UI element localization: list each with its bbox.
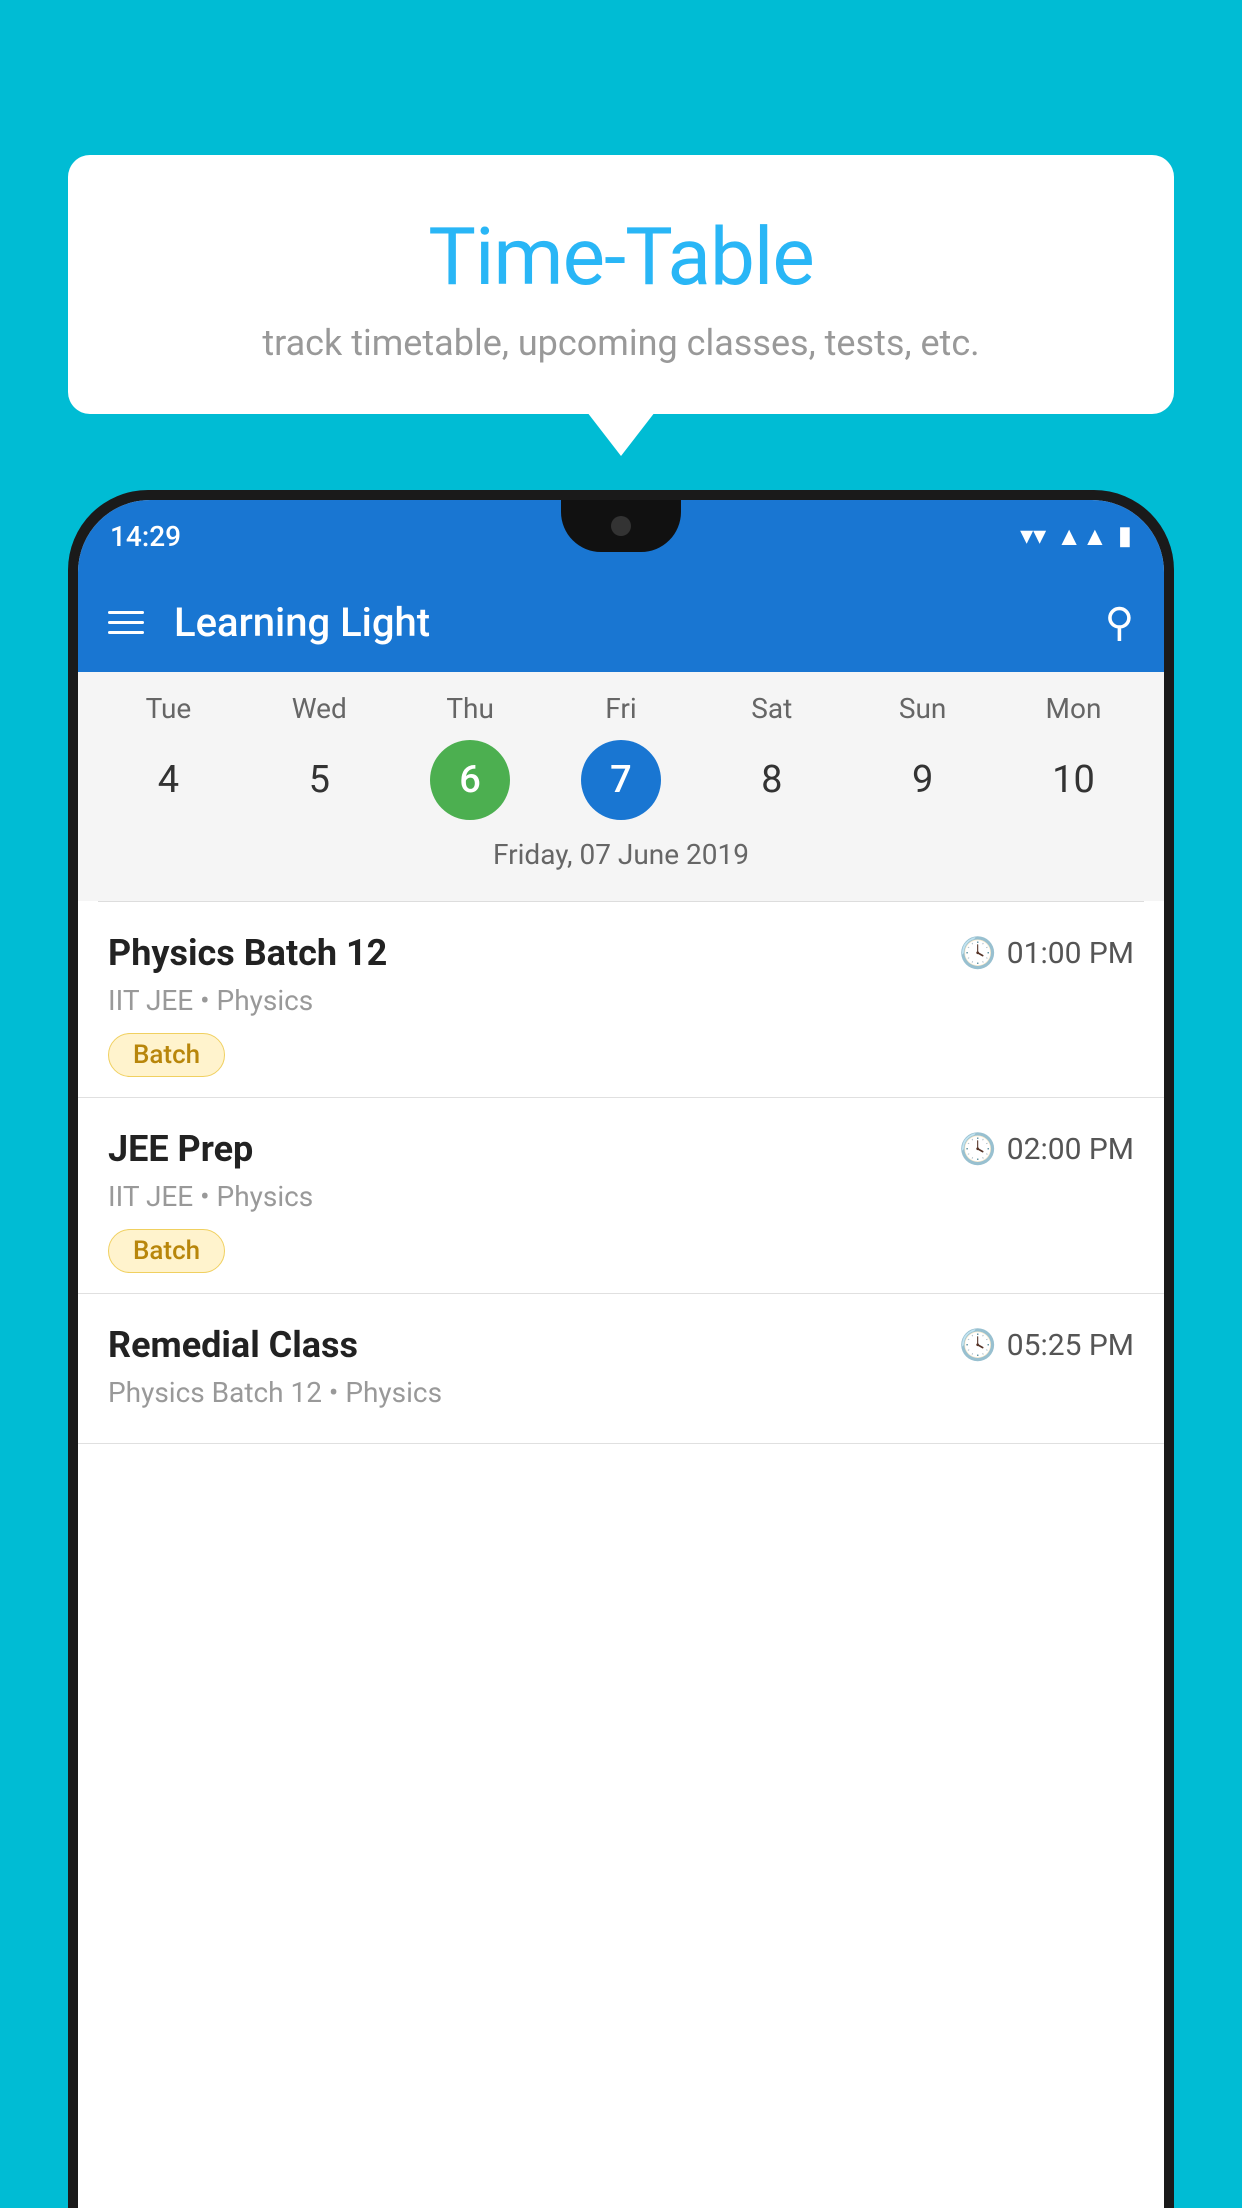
class-item-header-3: Remedial Class 🕓 05:25 PM xyxy=(108,1324,1134,1366)
signal-icon: ▲▲ xyxy=(1056,521,1107,552)
camera-dot xyxy=(611,516,631,536)
day-10[interactable]: 10 xyxy=(1033,740,1113,820)
class-time-1: 🕓 01:00 PM xyxy=(959,936,1134,971)
day-4[interactable]: 4 xyxy=(128,740,208,820)
class-item-header-2: JEE Prep 🕓 02:00 PM xyxy=(108,1128,1134,1170)
class-item-remedial[interactable]: Remedial Class 🕓 05:25 PM Physics Batch … xyxy=(78,1294,1164,1444)
day-numbers: 4 5 6 7 8 9 10 xyxy=(78,740,1164,820)
time-value-3: 05:25 PM xyxy=(1007,1328,1134,1363)
class-time-2: 🕓 02:00 PM xyxy=(959,1132,1134,1167)
status-icons: ▾▾ ▲▲ ▮ xyxy=(1020,521,1132,552)
batch-badge-2: Batch xyxy=(108,1229,225,1273)
phone-frame: 14:29 ▾▾ ▲▲ ▮ Learning Light ⚲ xyxy=(68,490,1174,2208)
battery-icon: ▮ xyxy=(1118,521,1132,551)
app-bar: Learning Light ⚲ xyxy=(78,572,1164,672)
day-header-tue: Tue xyxy=(128,692,208,725)
speech-bubble-card: Time-Table track timetable, upcoming cla… xyxy=(68,155,1174,414)
clock-icon-3: 🕓 xyxy=(959,1328,996,1363)
batch-badge-1: Batch xyxy=(108,1033,225,1077)
day-8[interactable]: 8 xyxy=(732,740,812,820)
class-item-header-1: Physics Batch 12 🕓 01:00 PM xyxy=(108,932,1134,974)
bubble-subtitle: track timetable, upcoming classes, tests… xyxy=(108,322,1134,364)
clock-icon-2: 🕓 xyxy=(959,1132,996,1167)
menu-icon[interactable] xyxy=(108,611,144,634)
phone-screen: 14:29 ▾▾ ▲▲ ▮ Learning Light ⚲ xyxy=(78,500,1164,2208)
wifi-icon: ▾▾ xyxy=(1020,521,1046,551)
class-item-physics-batch-12[interactable]: Physics Batch 12 🕓 01:00 PM IIT JEE • Ph… xyxy=(78,902,1164,1098)
day-6-today[interactable]: 6 xyxy=(430,740,510,820)
bubble-title: Time-Table xyxy=(108,210,1134,304)
day-5[interactable]: 5 xyxy=(279,740,359,820)
notch xyxy=(561,500,681,552)
time-value-2: 02:00 PM xyxy=(1007,1132,1134,1167)
class-item-jee-prep[interactable]: JEE Prep 🕓 02:00 PM IIT JEE • Physics Ba… xyxy=(78,1098,1164,1294)
class-meta-3: Physics Batch 12 • Physics xyxy=(108,1376,1134,1409)
day-header-sat: Sat xyxy=(732,692,812,725)
day-header-thu: Thu xyxy=(430,692,510,725)
time-value-1: 01:00 PM xyxy=(1007,936,1134,971)
day-header-mon: Mon xyxy=(1033,692,1113,725)
selected-date-label: Friday, 07 June 2019 xyxy=(78,820,1164,881)
class-meta-2: IIT JEE • Physics xyxy=(108,1180,1134,1213)
app-title: Learning Light xyxy=(174,599,1105,646)
class-meta-1: IIT JEE • Physics xyxy=(108,984,1134,1017)
day-9[interactable]: 9 xyxy=(883,740,963,820)
class-time-3: 🕓 05:25 PM xyxy=(959,1328,1134,1363)
clock-icon-1: 🕓 xyxy=(959,936,996,971)
search-icon[interactable]: ⚲ xyxy=(1105,599,1134,646)
class-name-2: JEE Prep xyxy=(108,1128,253,1170)
day-7-selected[interactable]: 7 xyxy=(581,740,661,820)
day-header-sun: Sun xyxy=(883,692,963,725)
calendar-strip: Tue Wed Thu Fri Sat Sun Mon 4 5 6 7 8 9 … xyxy=(78,672,1164,901)
phone-inner: 14:29 ▾▾ ▲▲ ▮ Learning Light ⚲ xyxy=(78,500,1164,2208)
status-time: 14:29 xyxy=(110,520,181,553)
day-header-wed: Wed xyxy=(279,692,359,725)
status-bar: 14:29 ▾▾ ▲▲ ▮ xyxy=(78,500,1164,572)
class-name-1: Physics Batch 12 xyxy=(108,932,387,974)
day-header-fri: Fri xyxy=(581,692,661,725)
class-name-3: Remedial Class xyxy=(108,1324,358,1366)
day-headers: Tue Wed Thu Fri Sat Sun Mon xyxy=(78,692,1164,725)
